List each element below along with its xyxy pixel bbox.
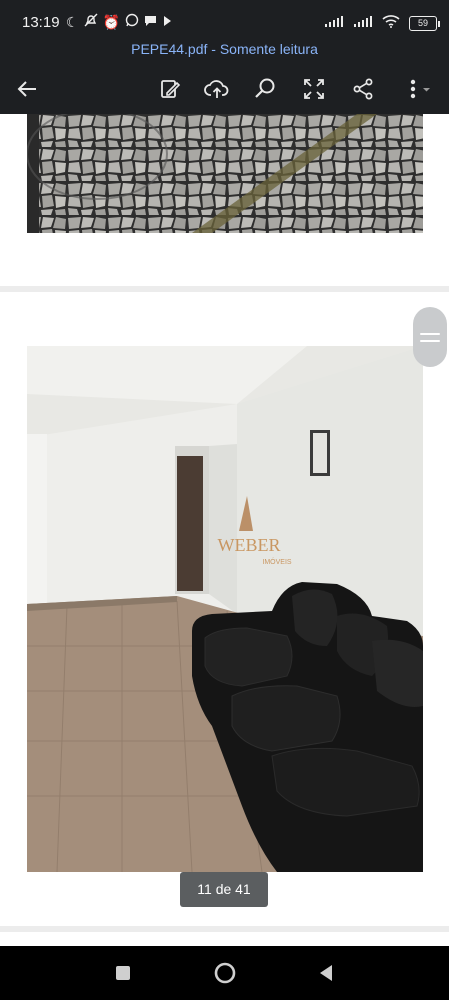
document-title-bar: PEPE44.pdf - Somente leitura <box>0 38 449 64</box>
whatsapp-icon <box>125 13 139 33</box>
play-icon <box>162 13 172 33</box>
edit-icon <box>161 80 181 98</box>
system-nav-bar <box>0 946 449 1000</box>
share-icon <box>353 78 373 100</box>
page-separator <box>0 926 449 932</box>
more-menu-icon <box>410 79 430 99</box>
battery-icon: 59 <box>409 16 440 31</box>
back-button[interactable] <box>12 74 42 104</box>
bell-off-icon <box>84 13 98 33</box>
moon-icon: ☾ <box>66 15 79 31</box>
watermark-sub: IMÓVEIS <box>262 557 292 566</box>
status-time: 13:19 <box>22 14 60 31</box>
fit-screen-button[interactable] <box>299 74 329 104</box>
status-system-icons: 59 <box>324 14 440 33</box>
pdf-page-image-living-room: WEBER IMÓVEIS <box>27 346 423 872</box>
back-arrow-icon <box>17 81 36 97</box>
home-circle-icon <box>214 962 236 984</box>
cloud-upload-icon <box>204 80 229 98</box>
recents-button[interactable] <box>108 958 138 988</box>
page-separator <box>0 286 449 292</box>
back-nav-button[interactable] <box>311 958 341 988</box>
document-title: PEPE44.pdf - Somente leitura <box>131 41 318 57</box>
recents-square-icon <box>116 966 130 980</box>
pdf-toolbar <box>0 64 449 114</box>
edit-button[interactable] <box>155 74 185 104</box>
home-button[interactable] <box>210 958 240 988</box>
pdf-page-image-floor <box>27 114 423 233</box>
page-indicator: 11 de 41 <box>180 872 268 907</box>
watermark-brand: WEBER <box>218 535 281 555</box>
back-triangle-icon <box>320 965 332 981</box>
alarm-icon: ⏰ <box>102 15 120 31</box>
cloud-upload-button[interactable] <box>202 74 232 104</box>
signal-icon <box>353 15 373 33</box>
status-notification-icons: ☾ ⏰ <box>66 13 172 33</box>
share-button[interactable] <box>348 74 378 104</box>
status-bar: 13:19 ☾ ⏰ 59 <box>0 0 449 38</box>
more-menu-button[interactable] <box>400 74 436 104</box>
chat-bubble-icon <box>144 13 157 33</box>
fast-scroll-handle[interactable] <box>413 307 447 367</box>
search-button[interactable] <box>250 74 280 104</box>
signal-icon <box>324 15 344 33</box>
search-icon <box>255 78 275 98</box>
fit-screen-icon <box>304 79 324 99</box>
wifi-icon <box>382 14 400 33</box>
pdf-viewer[interactable]: WEBER IMÓVEIS 11 de 41 <box>0 114 449 946</box>
